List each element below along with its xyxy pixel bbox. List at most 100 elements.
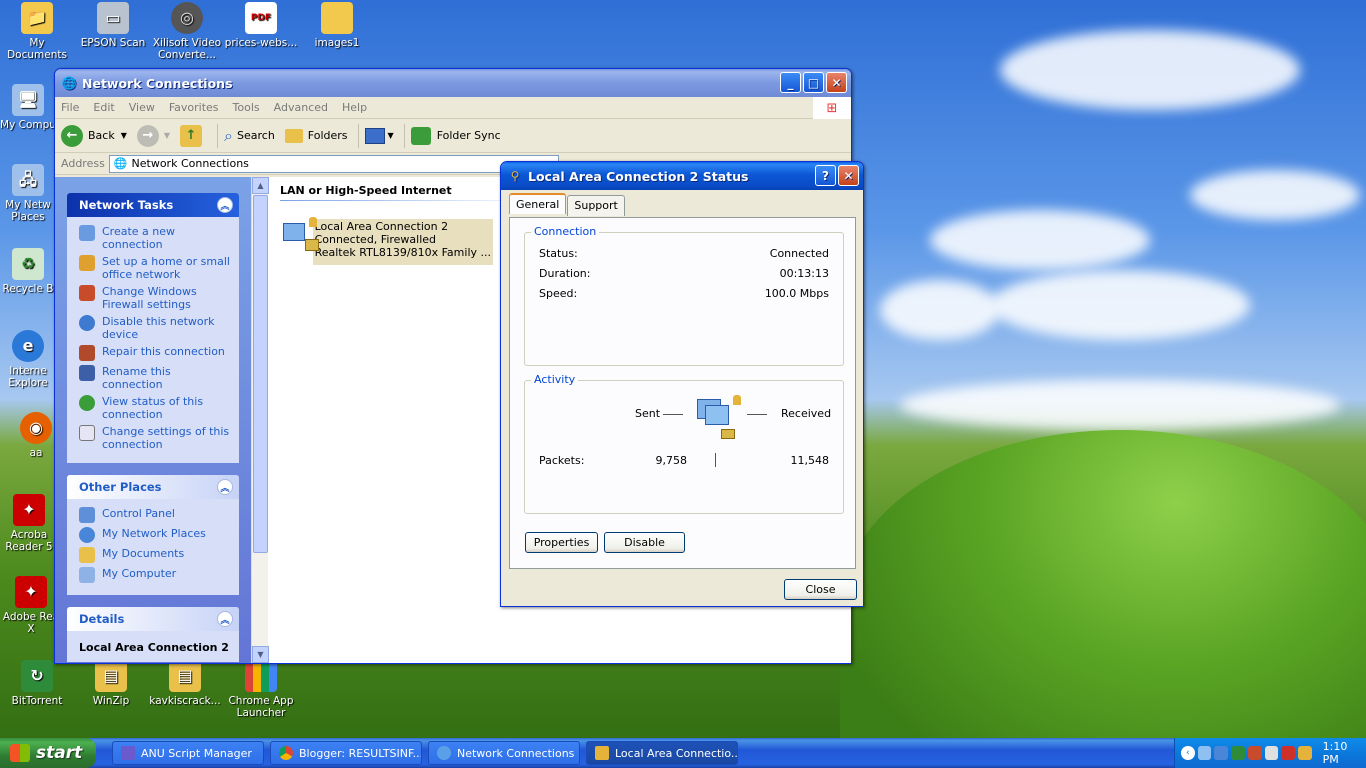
- desktop-icon-kavkiscrack[interactable]: ▤ kavkiscrack...: [148, 660, 222, 707]
- back-button[interactable]: ← Back ▼: [61, 124, 127, 147]
- place-my-computer[interactable]: My Computer: [79, 567, 233, 583]
- tab-general[interactable]: General: [509, 193, 567, 214]
- task-repair-connection[interactable]: Repair this connection: [79, 345, 233, 361]
- scroll-down-icon[interactable]: ▼: [252, 646, 269, 663]
- up-folder-button[interactable]: ↑: [180, 124, 207, 147]
- details-header[interactable]: Details ︽: [67, 607, 239, 631]
- tray-network-icon[interactable]: [1197, 746, 1212, 760]
- explorer-titlebar[interactable]: 🌐 Network Connections _ □ ✕: [55, 69, 851, 97]
- desktop-icon-my-documents[interactable]: 📁 My Documents: [0, 2, 74, 61]
- tray-bittorrent-icon[interactable]: [1231, 746, 1245, 760]
- desktop-icon-winzip[interactable]: ▤ WinZip: [74, 660, 148, 707]
- back-arrow-icon: ←: [61, 124, 83, 147]
- desktop-icon-bittorrent[interactable]: ↻ BitTorrent: [0, 660, 74, 707]
- tray-speaker-icon[interactable]: [1297, 746, 1312, 760]
- tray-monitor-icon[interactable]: [1214, 746, 1229, 760]
- tray-security-icon[interactable]: [1247, 746, 1262, 760]
- menu-view[interactable]: View: [129, 101, 155, 114]
- address-input[interactable]: 🌐 Network Connections: [108, 154, 559, 173]
- task-pane: Network Tasks ︽ Create a new connection …: [55, 177, 251, 663]
- taskbar-item-local-area-connection[interactable]: Local Area Connectio...: [586, 741, 738, 765]
- network-places-icon: [79, 527, 95, 543]
- place-control-panel[interactable]: Control Panel: [79, 507, 233, 523]
- desktop-icon-recycle-bin[interactable]: ♻ Recycle B: [0, 248, 56, 295]
- desktop-icon-acrobat-reader-5[interactable]: ✦ Acroba Reader 5: [0, 494, 58, 553]
- folder-icon: [321, 2, 353, 34]
- desktop-icon-network-places[interactable]: 🖧 My Netw Places: [0, 164, 56, 223]
- desktop-icon-my-computer[interactable]: 🖥 My Compu: [0, 84, 56, 131]
- search-button[interactable]: ⌕ Search: [224, 126, 275, 146]
- task-firewall-settings[interactable]: Change Windows Firewall settings: [79, 285, 233, 311]
- tab-support[interactable]: Support: [567, 195, 625, 216]
- internet-explorer-icon: e: [12, 330, 44, 362]
- menu-favorites[interactable]: Favorites: [169, 101, 219, 114]
- tray-antivirus-icon[interactable]: [1281, 746, 1295, 760]
- folders-button[interactable]: Folders: [284, 128, 348, 143]
- desktop-icon-chrome-app-launcher[interactable]: Chrome App Launcher: [224, 660, 298, 719]
- menu-bar: File Edit View Favorites Tools Advanced …: [55, 97, 851, 119]
- status-row: Status: Connected: [539, 247, 829, 260]
- desktop-icon-images1[interactable]: images1: [300, 2, 374, 49]
- collapse-chevron-icon[interactable]: ︽: [217, 611, 233, 627]
- network-tasks-header[interactable]: Network Tasks ︽: [67, 193, 239, 217]
- collapse-chevron-icon[interactable]: ︽: [217, 479, 233, 495]
- toolbar-divider: [217, 123, 219, 148]
- received-label: Received: [781, 407, 832, 420]
- menu-file[interactable]: File: [61, 101, 79, 114]
- task-rename-connection[interactable]: Rename this connection: [79, 365, 233, 391]
- menu-tools[interactable]: Tools: [233, 101, 260, 114]
- properties-button[interactable]: Properties: [525, 532, 598, 553]
- taskbar-item-anu-script-manager[interactable]: ANU Script Manager: [112, 741, 264, 765]
- connection-group: Connection Status: Connected Duration: 0…: [524, 225, 844, 366]
- address-label: Address: [61, 157, 105, 170]
- menu-advanced[interactable]: Advanced: [274, 101, 328, 114]
- task-disable-device[interactable]: Disable this network device: [79, 315, 233, 341]
- folder-sync-button[interactable]: Folder Sync: [410, 126, 501, 145]
- dialog-title: Local Area Connection 2 Status: [528, 168, 749, 184]
- clock[interactable]: 1:10 PM: [1323, 740, 1366, 766]
- scrollbar-thumb[interactable]: [253, 195, 268, 553]
- help-button[interactable]: ?: [815, 165, 836, 186]
- taskbar-item-network-connections[interactable]: Network Connections: [428, 741, 580, 765]
- my-computer-icon: [79, 567, 95, 583]
- menu-edit[interactable]: Edit: [93, 101, 114, 114]
- my-documents-icon: [79, 547, 95, 563]
- place-my-documents[interactable]: My Documents: [79, 547, 233, 563]
- place-my-network-places[interactable]: My Network Places: [79, 527, 233, 543]
- maximize-button[interactable]: □: [803, 72, 824, 93]
- tray-pen-icon[interactable]: [1264, 746, 1279, 760]
- speed-label: Speed:: [539, 287, 578, 300]
- control-panel-icon: [79, 507, 95, 523]
- forward-button[interactable]: → ▼: [136, 124, 170, 147]
- connection-item[interactable]: Local Area Connection 2 Connected, Firew…: [281, 217, 493, 265]
- desktop-icon-xilisoft[interactable]: ◎ Xilisoft Video Converte...: [150, 2, 224, 61]
- desktop-icon-prices-pdf[interactable]: PDF prices-webs...: [224, 2, 298, 49]
- packets-label: Packets:: [539, 454, 585, 467]
- vertical-scrollbar[interactable]: ▲ ▼: [251, 177, 269, 663]
- connection-status: Connected, Firewalled: [314, 233, 437, 246]
- scroll-up-icon[interactable]: ▲: [252, 177, 269, 194]
- tray-expand-icon[interactable]: ‹: [1181, 746, 1195, 760]
- dialog-close-x-button[interactable]: ✕: [838, 165, 859, 186]
- task-view-status[interactable]: View status of this connection: [79, 395, 233, 421]
- dialog-titlebar[interactable]: ⚲ Local Area Connection 2 Status ? ✕: [501, 162, 863, 190]
- views-button[interactable]: ▼: [364, 127, 394, 144]
- close-button[interactable]: Close: [784, 579, 857, 600]
- close-button[interactable]: ✕: [826, 72, 847, 93]
- sent-line: [663, 414, 683, 415]
- minimize-button[interactable]: _: [780, 72, 801, 93]
- connection-selected-bg: Local Area Connection 2 Connected, Firew…: [312, 219, 493, 265]
- task-home-network[interactable]: Set up a home or small office network: [79, 255, 233, 281]
- task-create-connection[interactable]: Create a new connection: [79, 225, 233, 251]
- toolbar-divider: [357, 123, 359, 148]
- desktop-icon-epson-scan[interactable]: ▭ EPSON Scan: [76, 2, 150, 49]
- disable-button[interactable]: Disable: [604, 532, 685, 553]
- menu-help[interactable]: Help: [342, 101, 367, 114]
- desktop-icon-adobe-reader-x[interactable]: ✦ Adobe Rea X: [0, 576, 62, 635]
- start-button[interactable]: start: [0, 738, 96, 768]
- other-places-header[interactable]: Other Places ︽: [67, 475, 239, 499]
- collapse-chevron-icon[interactable]: ︽: [217, 197, 233, 213]
- task-change-settings[interactable]: Change settings of this connection: [79, 425, 233, 451]
- taskbar-item-blogger[interactable]: Blogger: RESULTSINF...: [270, 741, 422, 765]
- desktop-icon-internet-explorer[interactable]: e Interne Explore: [0, 330, 56, 389]
